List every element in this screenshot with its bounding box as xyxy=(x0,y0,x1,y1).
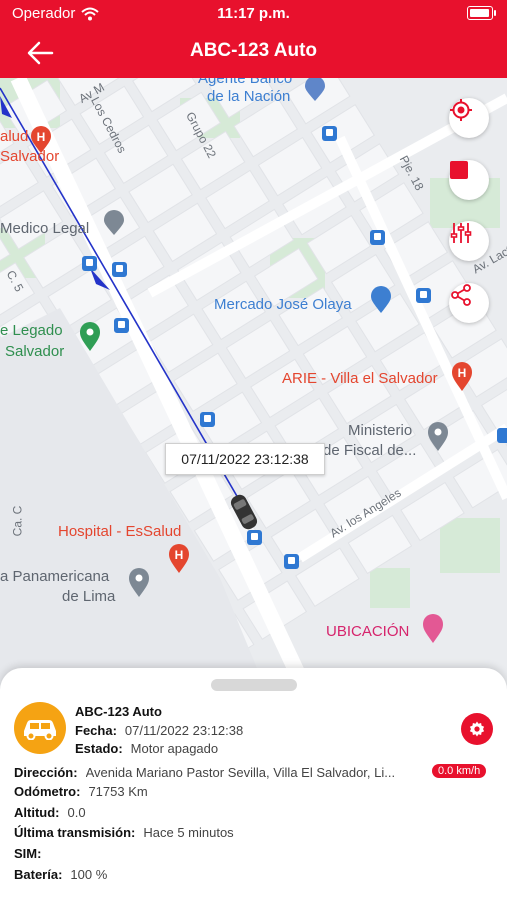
hospital-pin-icon[interactable]: H xyxy=(168,544,190,574)
shop-pin-icon[interactable] xyxy=(370,286,392,314)
park-pin-icon[interactable] xyxy=(79,322,101,352)
position-timestamp-tooltip: 07/11/2022 23:12:38 xyxy=(165,443,325,475)
map-label: Hospital - EsSalud xyxy=(58,523,182,540)
sim-row: SIM: xyxy=(14,846,49,861)
target-icon xyxy=(450,99,472,121)
svg-text:H: H xyxy=(175,548,184,562)
stop-icon xyxy=(450,161,468,179)
hospital-pin-icon[interactable]: H xyxy=(451,362,473,392)
altitud-row: Altitud: 0.0 xyxy=(14,805,86,820)
odometro-row: Odómetro: 71753 Km xyxy=(14,784,148,799)
map-label: de Lima xyxy=(62,588,116,605)
map-label: e Legado xyxy=(0,322,63,339)
direccion-row: Dirección: Avenida Mariano Pastor Sevilla… xyxy=(14,765,395,780)
fecha-value: 07/11/2022 23:12:38 xyxy=(124,723,244,738)
vehicle-details-sheet: ABC-123 Auto Fecha: 07/11/2022 23:12:38 E… xyxy=(0,668,507,900)
bank-pin-icon[interactable] xyxy=(304,78,326,102)
map-label: ARIE - Villa el Salvador xyxy=(282,370,438,387)
bus-stop-icon xyxy=(322,126,337,141)
bus-stop-icon xyxy=(200,412,215,427)
bus-stop-icon xyxy=(416,288,431,303)
battery-icon xyxy=(467,6,496,20)
map-label: UBICACIÓN xyxy=(326,623,410,640)
government-pin-icon[interactable] xyxy=(427,422,449,452)
map-view[interactable]: Agente Banco de la Nación alud Salvador … xyxy=(0,78,507,700)
svg-text:H: H xyxy=(458,366,467,380)
bus-stop-icon xyxy=(112,262,127,277)
bateria-value: 100 % xyxy=(70,867,108,882)
bus-stop-icon xyxy=(284,554,299,569)
bus-stop-icon xyxy=(114,318,129,333)
vehicle-avatar xyxy=(14,702,66,754)
settings-button[interactable] xyxy=(461,713,493,745)
odometro-label: Odómetro: xyxy=(14,784,81,799)
share-button[interactable] xyxy=(449,283,489,323)
car-icon xyxy=(24,720,56,740)
building-pin-icon[interactable] xyxy=(103,210,125,236)
map-label: Mercado José Olaya xyxy=(214,296,352,313)
status-bar: Operador 11:17 p.m. xyxy=(0,0,507,28)
map-label: de la Nación xyxy=(207,88,291,105)
bus-stop-icon xyxy=(497,428,507,443)
bus-stop-icon xyxy=(82,256,97,271)
filter-button[interactable] xyxy=(449,221,489,261)
fecha-row: Fecha: 07/11/2022 23:12:38 xyxy=(75,723,243,738)
map-canvas xyxy=(0,78,507,700)
sheet-drag-handle[interactable] xyxy=(211,679,297,691)
estado-value: Motor apagado xyxy=(130,741,219,756)
map-label: de Fiscal de... xyxy=(323,442,417,459)
ultima-transmision-row: Última transmisión: Hace 5 minutos xyxy=(14,825,234,840)
estado-row: Estado: Motor apagado xyxy=(75,741,218,756)
ultima-transmision-value: Hace 5 minutos xyxy=(143,825,234,840)
speed-badge: 0.0 km/h xyxy=(432,764,487,778)
map-label: Agente Banco xyxy=(198,78,293,87)
stop-button[interactable] xyxy=(449,160,489,200)
odometro-value: 71753 Km xyxy=(88,784,148,799)
gear-icon xyxy=(469,721,485,737)
svg-text:H: H xyxy=(37,130,46,144)
direccion-value: Avenida Mariano Pastor Sevilla, Villa El… xyxy=(85,765,396,780)
hospital-pin-icon[interactable]: H xyxy=(30,126,52,154)
vehicle-name: ABC-123 Auto xyxy=(75,704,162,719)
bateria-row: Batería: 100 % xyxy=(14,867,107,882)
altitud-value: 0.0 xyxy=(67,805,86,820)
share-icon xyxy=(451,284,471,306)
map-label: a Panamericana xyxy=(0,568,110,585)
map-label: Ministerio xyxy=(348,422,413,439)
nav-bar: ABC-123 Auto xyxy=(0,28,507,78)
bus-stop-icon xyxy=(370,230,385,245)
sim-label: SIM: xyxy=(14,846,42,861)
fecha-label: Fecha: xyxy=(75,723,117,738)
ultima-transmision-label: Última transmisión: xyxy=(14,825,136,840)
direccion-label: Dirección: xyxy=(14,765,78,780)
locate-button[interactable] xyxy=(449,98,489,138)
sliders-icon xyxy=(450,223,472,243)
map-label: Medico Legal xyxy=(0,220,90,237)
bateria-label: Batería: xyxy=(14,867,63,882)
status-time: 11:17 p.m. xyxy=(217,5,290,22)
estado-label: Estado: xyxy=(75,741,123,756)
hotel-pin-icon[interactable] xyxy=(422,614,444,644)
map-label: alud xyxy=(0,128,29,145)
place-pin-icon[interactable] xyxy=(128,568,150,598)
altitud-label: Altitud: xyxy=(14,805,60,820)
car-marker-icon[interactable] xyxy=(226,490,262,534)
street-label: Ca. C xyxy=(10,505,25,537)
map-label: Salvador xyxy=(5,343,65,360)
page-title: ABC-123 Auto xyxy=(189,40,318,61)
